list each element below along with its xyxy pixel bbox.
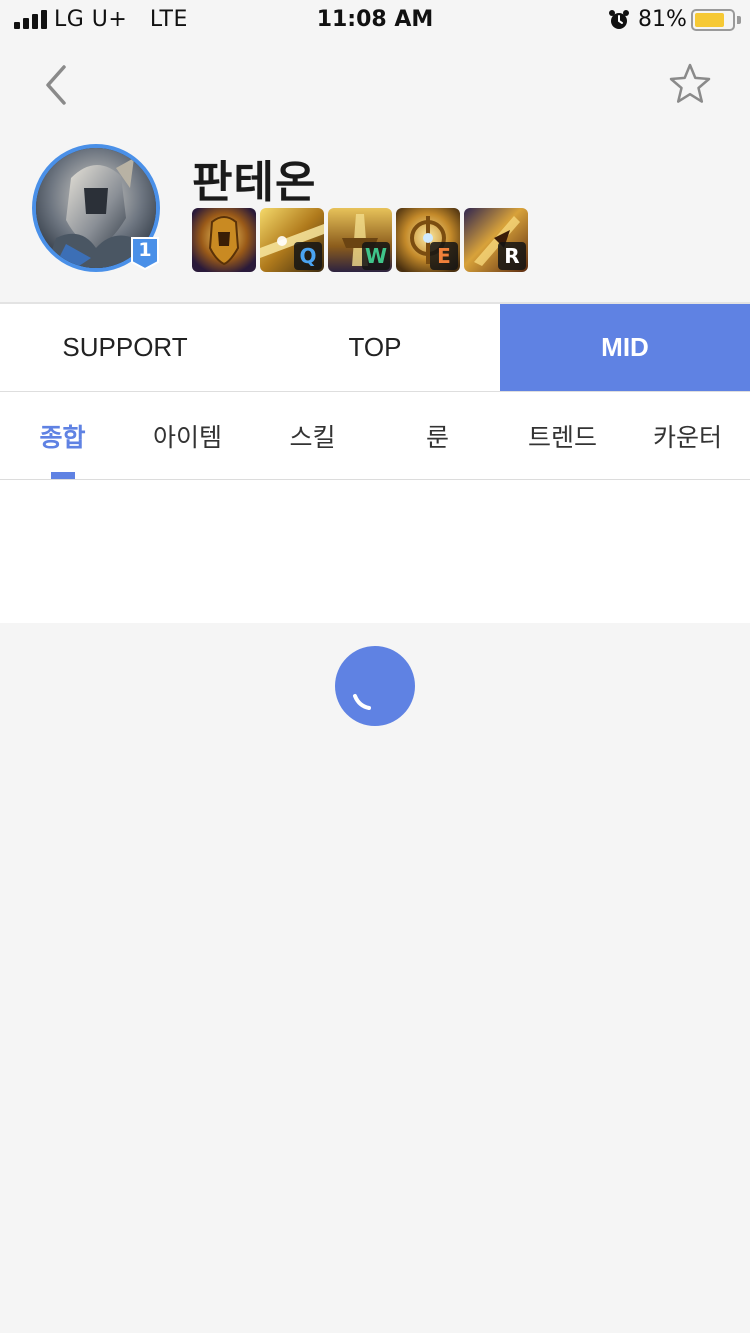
active-tab-indicator [51,472,75,479]
champion-detail-screen: LG U+ LTE 11:08 AM 81% 1 판테온 Q W E R SUP… [0,0,750,1333]
alarm-clock-icon [609,10,629,29]
battery-level-fill [695,13,724,27]
status-bar: LG U+ LTE 11:08 AM 81% [0,0,750,42]
tab-items[interactable]: 아이템 [125,392,250,479]
position-tab-top[interactable]: TOP [250,304,500,391]
tab-trends[interactable]: 트렌드 [500,392,625,479]
section-tabs: 종합 아이템 스킬 룬 트렌드 카운터 [0,392,750,480]
star-outline-icon [669,63,711,103]
position-tabs: SUPPORT TOP MID [0,304,750,392]
position-tab-support[interactable]: SUPPORT [0,304,250,391]
battery-icon [691,9,735,31]
skill-key-w: W [362,242,390,270]
passive-skill-icon[interactable] [192,208,256,272]
tab-overview[interactable]: 종합 [0,392,125,479]
champion-name: 판테온 [192,157,317,208]
battery-cap [737,16,741,24]
w-skill-icon[interactable]: W [328,208,392,272]
skill-key-r: R [498,242,526,270]
tab-counters[interactable]: 카운터 [625,392,750,479]
battery-percent: 81% [638,7,687,32]
tab-skills[interactable]: 스킬 [250,392,375,479]
back-button[interactable] [36,60,76,110]
q-skill-icon[interactable]: Q [260,208,324,272]
position-tab-mid[interactable]: MID [500,304,750,391]
favorite-button[interactable] [666,60,714,108]
content-panel [0,480,750,623]
skill-key-e: E [430,242,458,270]
spinner-icon [335,646,415,726]
chevron-left-icon [46,65,66,105]
skill-key-q: Q [294,242,322,270]
rank-badge: 1 [130,236,160,270]
r-skill-icon[interactable]: R [464,208,528,272]
tab-runes[interactable]: 룬 [375,392,500,479]
e-skill-icon[interactable]: E [396,208,460,272]
